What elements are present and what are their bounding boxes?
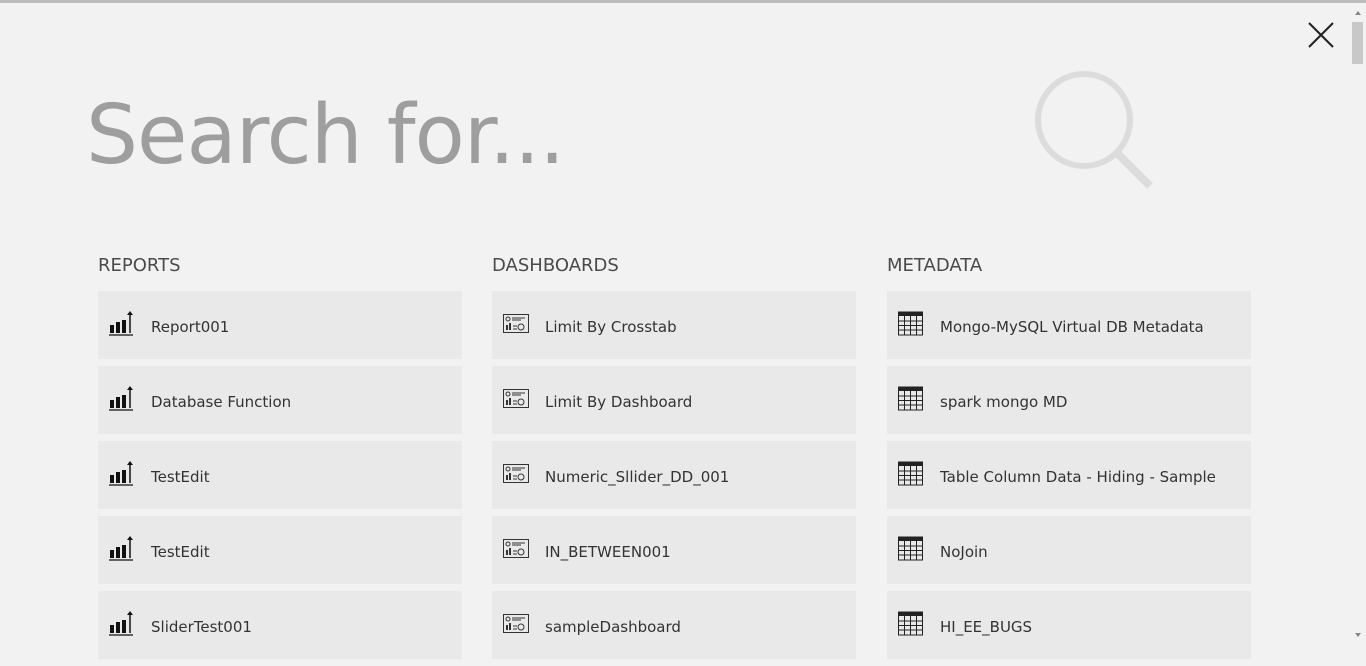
report-item[interactable]: TestEdit	[98, 516, 462, 584]
metadata-item-label: spark mongo MD	[940, 393, 1068, 411]
dashboard-item-label: IN_BETWEEN001	[545, 543, 671, 561]
bar-chart-icon	[109, 611, 133, 636]
search-icon	[1035, 71, 1153, 189]
search-input[interactable]	[86, 85, 986, 185]
dashboard-item-label: Numeric_Sllider_DD_001	[545, 468, 730, 486]
close-button[interactable]	[1306, 20, 1336, 50]
metadata-item-label: Table Column Data - Hiding - Sample	[940, 468, 1216, 486]
reports-heading: REPORTS	[98, 255, 181, 276]
report-item-label: SliderTest001	[151, 618, 252, 636]
metadata-item-label: NoJoin	[940, 543, 988, 561]
reports-column: REPORTS Report001 Database Function Test…	[98, 252, 462, 666]
dashboard-icon	[503, 389, 529, 408]
report-item-label: TestEdit	[151, 468, 210, 486]
scroll-up-arrow-icon[interactable]	[1355, 11, 1361, 15]
metadata-item-label: Mongo-MySQL Virtual DB Metadata	[940, 318, 1204, 336]
dashboard-item[interactable]: Limit By Crosstab	[492, 291, 856, 359]
scroll-thumb[interactable]	[1352, 22, 1363, 64]
report-item-label: Database Function	[151, 393, 292, 411]
bar-chart-icon	[109, 311, 133, 336]
bar-chart-icon	[109, 386, 133, 411]
bar-chart-icon	[109, 536, 133, 561]
dashboard-item[interactable]: IN_BETWEEN001	[492, 516, 856, 584]
dashboard-item-label: Limit By Dashboard	[545, 393, 693, 411]
table-grid-icon	[898, 386, 923, 411]
vertical-scrollbar[interactable]	[1349, 3, 1366, 639]
table-grid-icon	[898, 611, 923, 636]
dashboard-item-label: sampleDashboard	[545, 618, 681, 636]
metadata-item[interactable]: spark mongo MD	[887, 366, 1251, 434]
dashboards-heading: DASHBOARDS	[492, 255, 619, 276]
table-grid-icon	[898, 461, 923, 486]
dashboard-item-label: Limit By Crosstab	[545, 318, 677, 336]
report-item-label: TestEdit	[151, 543, 210, 561]
metadata-item-label: HI_EE_BUGS	[940, 618, 1033, 636]
report-item[interactable]: Report001	[98, 291, 462, 359]
metadata-item[interactable]: NoJoin	[887, 516, 1251, 584]
top-border	[0, 0, 1366, 3]
report-item-label: Report001	[151, 318, 230, 336]
dashboard-icon	[503, 614, 529, 633]
report-item[interactable]: Database Function	[98, 366, 462, 434]
bar-chart-icon	[109, 461, 133, 486]
dashboard-item[interactable]: sampleDashboard	[492, 591, 856, 659]
table-grid-icon	[898, 311, 923, 336]
table-grid-icon	[898, 536, 923, 561]
report-item[interactable]: TestEdit	[98, 441, 462, 509]
dashboard-icon	[503, 314, 529, 333]
dashboard-item[interactable]: Numeric_Sllider_DD_001	[492, 441, 856, 509]
dashboards-column: DASHBOARDS Limit By Crosstab Limit By Da…	[492, 252, 856, 666]
metadata-item[interactable]: Table Column Data - Hiding - Sample	[887, 441, 1251, 509]
dashboard-icon	[503, 464, 529, 483]
metadata-heading: METADATA	[887, 255, 983, 276]
scroll-down-arrow-icon[interactable]	[1355, 633, 1361, 637]
dashboard-icon	[503, 539, 529, 558]
dashboard-item[interactable]: Limit By Dashboard	[492, 366, 856, 434]
report-item[interactable]: SliderTest001	[98, 591, 462, 659]
close-icon	[1308, 22, 1334, 48]
metadata-column: METADATA Mongo-MySQL Virtual DB Metadata…	[887, 252, 1251, 666]
metadata-item[interactable]: HI_EE_BUGS	[887, 591, 1251, 659]
metadata-item[interactable]: Mongo-MySQL Virtual DB Metadata	[887, 291, 1251, 359]
